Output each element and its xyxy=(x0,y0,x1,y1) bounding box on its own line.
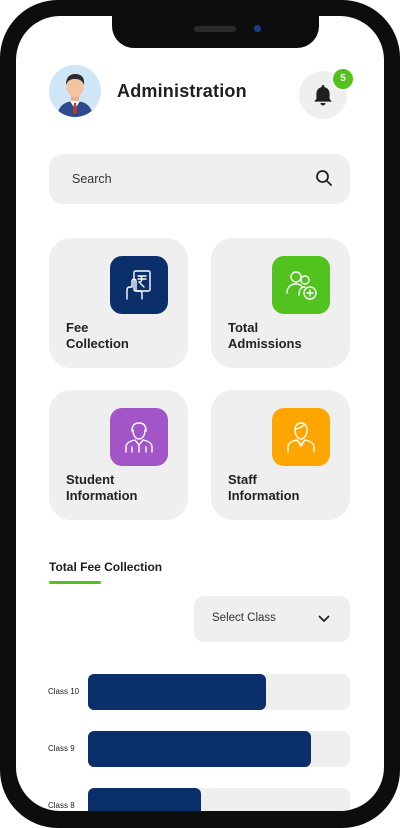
bar xyxy=(88,788,201,811)
notification-badge: 5 xyxy=(331,67,355,91)
search-input[interactable] xyxy=(72,172,292,186)
student-icon xyxy=(125,422,153,453)
student-information-card[interactable]: Student Information xyxy=(49,390,188,520)
card-icon-bg xyxy=(272,256,330,314)
total-admissions-card[interactable]: Total Admissions xyxy=(211,238,350,368)
bar-label: Class 10 xyxy=(48,687,80,696)
bar xyxy=(88,674,266,710)
speaker-grille xyxy=(194,26,236,32)
add-users-icon xyxy=(286,271,317,300)
bar-track xyxy=(88,788,350,811)
user-avatar-icon xyxy=(49,65,101,117)
bar-label: Class 9 xyxy=(48,744,75,753)
class-select[interactable]: Select Class xyxy=(194,596,350,642)
select-value: Select Class xyxy=(212,612,276,624)
bar-track xyxy=(88,731,350,767)
bar-track xyxy=(88,674,350,710)
page-title: Administration xyxy=(117,81,247,101)
staff-information-card[interactable]: Staff Information xyxy=(211,390,350,520)
staff-icon xyxy=(287,422,315,453)
front-camera xyxy=(254,25,261,32)
chevron-down-icon xyxy=(318,615,330,622)
search-icon[interactable] xyxy=(315,169,333,187)
rupee-receipt-icon xyxy=(126,270,151,300)
section-underline xyxy=(49,581,101,584)
card-label: Staff Information xyxy=(228,472,300,503)
notch xyxy=(112,16,319,48)
card-label: Fee Collection xyxy=(66,320,129,351)
bar-label: Class 8 xyxy=(48,801,75,810)
fee-collection-card[interactable]: Fee Collection xyxy=(49,238,188,368)
section-title: Total Fee Collection xyxy=(49,560,163,574)
card-label: Total Admissions xyxy=(228,320,302,351)
bell-icon xyxy=(314,85,332,106)
bar xyxy=(88,731,311,767)
card-icon-bg xyxy=(110,256,168,314)
card-icon-bg xyxy=(272,408,330,466)
search-bar[interactable] xyxy=(49,154,350,204)
phone-frame: Administration 5 Fee xyxy=(0,0,400,828)
avatar[interactable] xyxy=(49,65,101,117)
card-label: Student Information xyxy=(66,472,138,503)
card-icon-bg xyxy=(110,408,168,466)
app-screen: Administration 5 Fee xyxy=(16,16,384,811)
